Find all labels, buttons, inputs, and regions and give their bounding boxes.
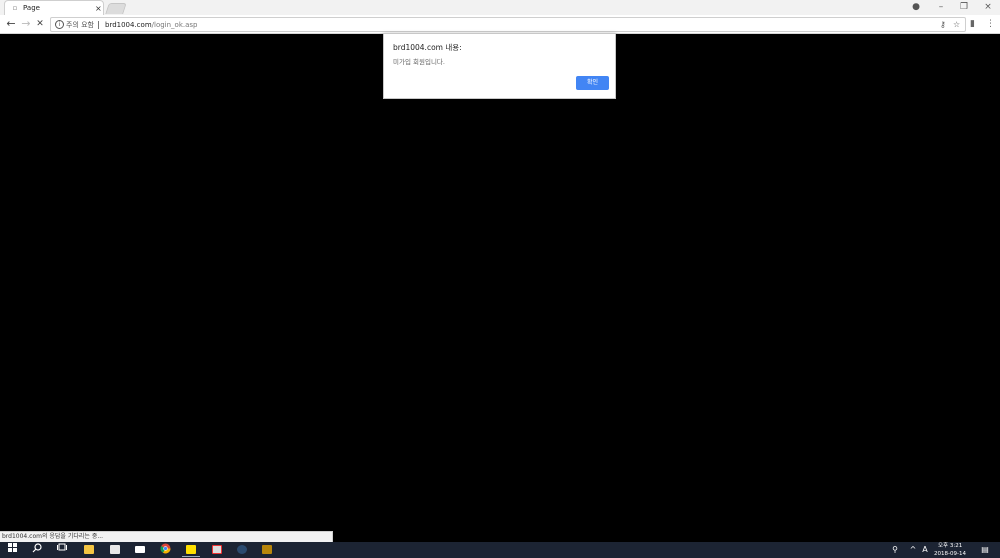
star-icon[interactable]: ☆: [953, 19, 960, 31]
ime-language-indicator[interactable]: A: [916, 543, 934, 557]
file-explorer-icon[interactable]: [80, 543, 98, 557]
people-icon[interactable]: ⚲: [886, 543, 904, 557]
alert-dialog: brd1004.com 내용: 미가입 회원입니다. 확인: [383, 33, 616, 99]
chrome-icon[interactable]: [156, 543, 174, 557]
steam-icon[interactable]: [233, 543, 251, 557]
tray-time[interactable]: 오후 3:21: [938, 543, 962, 550]
forward-icon[interactable]: →: [19, 17, 33, 31]
tab-close-icon[interactable]: ×: [95, 3, 102, 14]
dialog-message: 미가입 회원입니다.: [393, 58, 445, 66]
status-bar: brd1004.com의 응답을 기다리는 중...: [0, 531, 333, 542]
extension-icon[interactable]: ▮: [970, 17, 975, 31]
tab-page[interactable]: ▫ Page ×: [4, 0, 104, 15]
kakaotalk-icon[interactable]: [182, 543, 200, 557]
close-window-icon[interactable]: ×: [981, 1, 995, 13]
windows-start-icon[interactable]: [3, 543, 21, 557]
key-icon[interactable]: ⚷: [940, 19, 946, 31]
page-icon: ▫: [12, 4, 18, 12]
status-text: brd1004.com의 응답을 기다리는 중...: [2, 533, 104, 540]
tab-title: Page: [23, 4, 40, 12]
omnibox-separator: [98, 21, 99, 29]
screen: ▫ Page × ● – ❐ × ← → ✕ i 주의 요함 brd1004.c…: [0, 0, 1000, 558]
minimize-icon[interactable]: –: [934, 1, 948, 13]
tab-strip: ▫ Page × ● – ❐ ×: [0, 0, 1000, 15]
notification-icon[interactable]: ▤: [976, 543, 994, 557]
new-tab-button[interactable]: [105, 3, 127, 14]
stop-icon[interactable]: ✕: [33, 17, 47, 31]
mail-icon[interactable]: [131, 543, 149, 557]
search-icon[interactable]: [28, 543, 46, 557]
dialog-title: brd1004.com 내용:: [393, 43, 462, 52]
account-icon[interactable]: ●: [909, 1, 923, 13]
game-app-icon[interactable]: [258, 543, 276, 557]
page-content: [0, 35, 1000, 532]
app-icon[interactable]: [208, 543, 226, 557]
back-icon[interactable]: ←: [4, 17, 18, 31]
task-view-icon[interactable]: [53, 543, 71, 557]
ok-button[interactable]: 확인: [576, 76, 609, 90]
store-icon[interactable]: [106, 543, 124, 557]
address-bar[interactable]: i 주의 요함 brd1004.com/login_ok.asp ⚷ ☆: [50, 17, 966, 32]
url-domain: brd1004.com: [105, 21, 152, 29]
taskbar: ⚲ ^ A 오후 3:21 2018-09-14 ▤: [0, 542, 1000, 558]
url-text[interactable]: brd1004.com/login_ok.asp: [105, 19, 198, 31]
info-icon[interactable]: i: [55, 20, 64, 29]
menu-icon[interactable]: ⋮: [986, 17, 995, 31]
url-path: /login_ok.asp: [151, 21, 198, 29]
security-label[interactable]: 주의 요함: [66, 19, 94, 31]
browser-toolbar: ← → ✕ i 주의 요함 brd1004.com/login_ok.asp ⚷…: [0, 15, 1000, 34]
tray-date[interactable]: 2018-09-14: [934, 551, 966, 558]
restore-icon[interactable]: ❐: [957, 1, 971, 13]
